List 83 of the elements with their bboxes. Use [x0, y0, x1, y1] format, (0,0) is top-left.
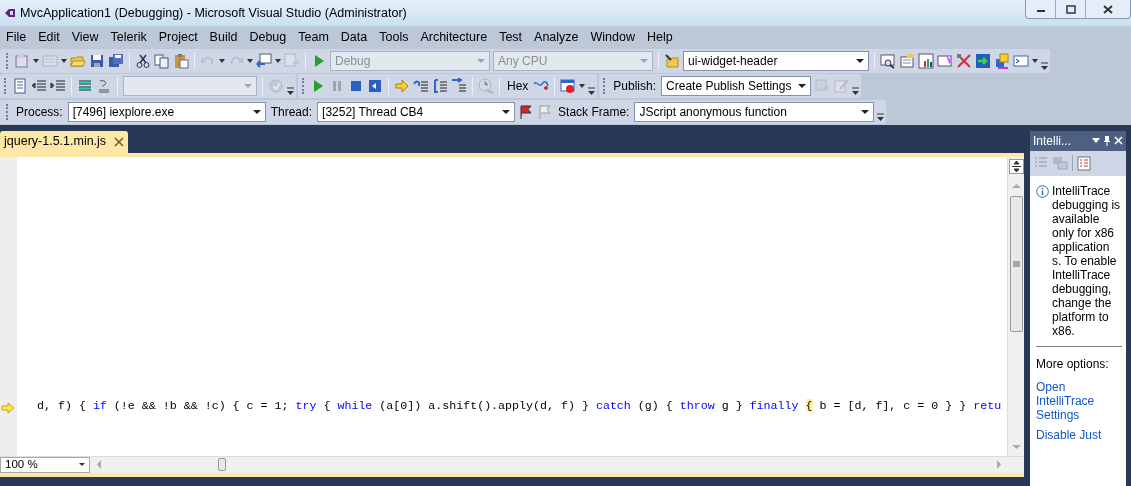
navigate-back-icon[interactable] [256, 52, 272, 69]
publish-label: Publish: [612, 78, 658, 96]
menu-item[interactable]: Data [334, 27, 374, 47]
object-browser-icon[interactable] [918, 52, 934, 69]
zoom-dropdown[interactable]: 100 % [0, 456, 90, 473]
dropdown-icon[interactable] [579, 84, 586, 89]
close-icon[interactable] [114, 136, 125, 147]
dropdown-icon[interactable] [275, 58, 281, 63]
breakpoints-icon[interactable] [560, 78, 577, 95]
find-in-files-icon[interactable] [664, 52, 680, 69]
checklist-icon[interactable] [1077, 155, 1091, 171]
stack-frame-label: Stack Frame: [557, 103, 631, 121]
toolbar-options-icon[interactable] [287, 87, 294, 96]
menu-item[interactable]: Debug [243, 27, 293, 47]
window-title: MvcApplication1 (Debugging) - Microsoft Visual Studio (Administrator) [20, 4, 407, 22]
find-icon[interactable] [880, 52, 896, 69]
panel-title: Intelli... [1033, 132, 1071, 150]
menu-item[interactable]: Team [292, 27, 335, 47]
menu-item[interactable]: View [65, 27, 105, 47]
copy-icon[interactable] [154, 52, 170, 69]
menu-item[interactable]: Architecture [414, 27, 494, 47]
thread-label: Thread: [269, 103, 314, 121]
scrollbar-thumb[interactable] [218, 458, 226, 471]
close-icon [1103, 4, 1113, 14]
document-tab[interactable]: jquery-1.5.1.min.js [0, 130, 129, 153]
step-out-icon[interactable] [451, 78, 467, 95]
layers-icon[interactable] [994, 52, 1010, 69]
dropdown-icon[interactable] [1032, 58, 1038, 63]
toolbar-options-icon[interactable] [852, 87, 860, 96]
intellitrace-link[interactable]: Open IntelliTrace Settings [1036, 379, 1122, 422]
app-logo-icon [4, 8, 16, 18]
scroll-left-icon[interactable] [96, 460, 102, 469]
splitter-icon[interactable] [1008, 158, 1024, 174]
process-dropdown[interactable]: [7496] iexplore.exe [67, 101, 266, 122]
show-next-statement-icon[interactable] [394, 78, 410, 95]
find-field[interactable]: ui-widget-header [683, 50, 869, 71]
tools-icon[interactable] [956, 52, 972, 69]
scroll-right-icon[interactable] [996, 460, 1002, 469]
scroll-up-icon[interactable] [1011, 182, 1021, 189]
info-icon [1036, 184, 1049, 198]
stack-frame-dropdown[interactable]: JScript anonymous function [634, 101, 875, 122]
dropdown-icon[interactable] [33, 58, 39, 63]
process-label: Process: [15, 103, 64, 121]
menu-item[interactable]: Tools [373, 27, 415, 47]
toolbar-options-icon[interactable] [1041, 61, 1048, 70]
intellitrace-link[interactable]: Disable Just [1036, 427, 1122, 442]
pin-icon[interactable] [1103, 135, 1111, 146]
toolbar-options-icon[interactable] [588, 87, 596, 96]
code-line: d, f) { if (!e && !b && !c) { c = 1; try { while (a[0]) a.shift().apply(d, f) } catch (g) { throw g } finally { b = [d, f], c = 0 } } retu [37, 397, 1003, 414]
menu-item[interactable]: File [0, 27, 33, 47]
save-all-icon[interactable] [108, 52, 124, 69]
uncomment-icon[interactable] [96, 78, 112, 95]
flag-icon[interactable] [518, 103, 535, 120]
menu-item[interactable]: Window [584, 27, 641, 47]
execution-arrow-icon [1, 401, 15, 414]
more-options-label: More options: [1036, 356, 1110, 371]
menu-item[interactable]: Edit [32, 27, 66, 47]
menu-item[interactable]: Project [152, 27, 204, 47]
menu-item[interactable]: Analyze [528, 27, 585, 47]
maximize-icon [1065, 4, 1076, 14]
dropdown-icon[interactable] [61, 58, 67, 63]
dropdown-icon[interactable] [219, 58, 225, 63]
info-message: IntelliTrace debugging is available only for x86 application s. To enable IntelliTrace debugging, change the platform to x86. [1052, 183, 1122, 338]
dropdown-icon[interactable] [247, 58, 253, 63]
restart-icon[interactable] [367, 78, 383, 95]
scroll-down-icon[interactable] [1011, 443, 1021, 450]
toolbar-options-icon[interactable] [877, 112, 885, 121]
save-icon[interactable] [89, 52, 105, 69]
publish-dropdown[interactable]: Create Publish Settings [661, 76, 812, 97]
menu-item[interactable]: Build [203, 27, 244, 47]
dropdown-icon[interactable] [1092, 138, 1100, 143]
hex-toggle[interactable]: Hex [505, 77, 531, 96]
cut-icon[interactable] [135, 52, 151, 69]
paste-icon[interactable] [173, 52, 189, 69]
menu-item[interactable]: Test [493, 27, 529, 47]
page-icon[interactable] [12, 78, 28, 95]
menu-item[interactable]: Telerik [104, 27, 153, 47]
thread-dropdown[interactable]: [3252] Thread CB4 [317, 101, 516, 122]
extension-manager-icon[interactable] [975, 52, 991, 69]
step-over-icon[interactable] [432, 78, 448, 95]
step-into-icon[interactable] [413, 78, 429, 95]
menu-item[interactable]: Help [641, 27, 679, 47]
scrollbar-thumb[interactable] [1009, 195, 1023, 332]
